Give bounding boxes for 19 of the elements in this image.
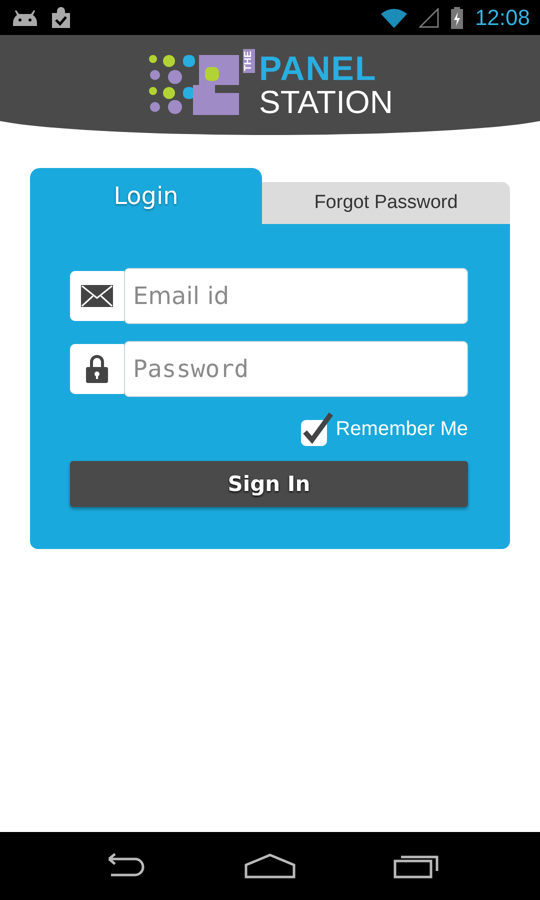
- logo-text: PANEL: [259, 52, 378, 86]
- wifi-icon: [380, 8, 407, 28]
- shopping-bag-check-icon: [50, 6, 72, 28]
- tab[interactable]: Forgot Password: [262, 182, 510, 224]
- logo-text: THE: [243, 49, 256, 73]
- remember-checkbox[interactable]: [300, 412, 335, 446]
- cell-signal-icon: [418, 8, 439, 28]
- sign-in-button[interactable]: Sign In: [70, 461, 468, 507]
- battery-charging-icon: [450, 6, 463, 28]
- home-icon[interactable]: [244, 853, 296, 879]
- email-field[interactable]: Email id: [124, 268, 468, 324]
- android-icon: [12, 10, 38, 26]
- status-time: 12:08: [474, 4, 530, 30]
- lock-icon: [70, 344, 124, 394]
- logo-text: STATION: [259, 86, 393, 118]
- remember-label: Remember Me: [336, 418, 468, 440]
- password-field[interactable]: Password: [124, 341, 468, 397]
- recent-apps-icon[interactable]: [393, 853, 442, 879]
- envelope-icon: [70, 271, 124, 321]
